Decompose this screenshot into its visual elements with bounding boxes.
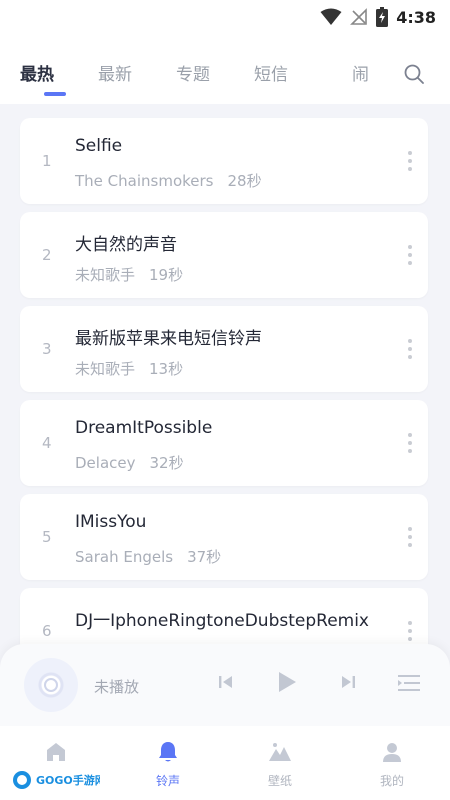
tab-topics[interactable]: 专题	[176, 60, 254, 85]
tab-sms[interactable]: 短信	[254, 60, 332, 85]
song-title: DJ一IphoneRingtoneDubstepRemix	[75, 611, 369, 631]
search-button[interactable]	[404, 64, 424, 88]
profile-icon	[383, 743, 401, 762]
active-tab-indicator	[44, 92, 66, 96]
song-meta: 未知歌手 19秒	[75, 264, 183, 285]
ringtone-list: 1 Selfie The Chainsmokers 28秒 2 大自然的声音 未知…	[20, 118, 428, 682]
song-meta: Sarah Engels 37秒	[75, 546, 221, 567]
more-options-icon[interactable]	[408, 621, 412, 645]
previous-icon[interactable]	[216, 672, 236, 692]
bell-icon	[159, 742, 177, 762]
song-duration: 37秒	[187, 548, 222, 566]
more-options-icon[interactable]	[408, 245, 412, 269]
nav-profile[interactable]: 我的	[336, 726, 448, 800]
song-duration: 32秒	[149, 454, 184, 472]
rank-number: 1	[42, 152, 52, 170]
rank-number: 5	[42, 528, 52, 546]
song-duration: 19秒	[149, 266, 184, 284]
status-bar: 4:38	[0, 0, 450, 34]
nav-label-wallpapers: 壁纸	[267, 774, 292, 788]
song-title: 最新版苹果来电短信铃声	[75, 329, 262, 349]
song-title: DreamItPossible	[75, 418, 213, 438]
song-artist: The Chainsmokers	[75, 172, 214, 190]
tabs: 最热 最新 专题 短信	[20, 60, 332, 85]
list-item[interactable]: 5 IMissYou Sarah Engels 37秒	[20, 494, 428, 580]
list-item[interactable]: 4 DreamItPossible Delacey 32秒	[20, 400, 428, 486]
album-disc-icon[interactable]	[24, 658, 78, 712]
rank-number: 2	[42, 246, 52, 264]
home-icon	[47, 743, 65, 761]
song-meta: 未知歌手 13秒	[75, 358, 183, 379]
song-meta: The Chainsmokers 28秒	[75, 170, 262, 191]
song-artist: 未知歌手	[75, 360, 136, 378]
watermark-logo: GOGO手游网	[13, 771, 100, 789]
status-icons: 4:38	[320, 6, 436, 28]
nav-label-ringtones: 铃声	[155, 774, 180, 788]
category-tab-bar: 最热 最新 专题 短信 闹	[0, 34, 450, 104]
song-title: Selfie	[75, 136, 123, 156]
playback-status: 未播放	[94, 678, 140, 696]
list-item[interactable]: 1 Selfie The Chainsmokers 28秒	[20, 118, 428, 204]
song-artist: 未知歌手	[75, 266, 136, 284]
song-duration: 13秒	[149, 360, 184, 378]
rank-number: 6	[42, 622, 52, 640]
search-icon	[404, 64, 424, 84]
song-artist: Sarah Engels	[75, 548, 174, 566]
mini-player: 未播放	[0, 644, 450, 726]
rank-number: 4	[42, 434, 52, 452]
more-options-icon[interactable]	[408, 433, 412, 457]
nav-wallpapers[interactable]: 壁纸	[224, 726, 336, 800]
list-item[interactable]: 2 大自然的声音 未知歌手 19秒	[20, 212, 428, 298]
more-options-icon[interactable]	[408, 339, 412, 363]
nav-ringtones[interactable]: 铃声	[112, 726, 224, 800]
song-artist: Delacey	[75, 454, 136, 472]
more-options-icon[interactable]	[408, 527, 412, 551]
next-icon[interactable]	[338, 672, 358, 692]
song-meta: Delacey 32秒	[75, 452, 184, 473]
song-duration: 28秒	[227, 172, 262, 190]
list-item[interactable]: 3 最新版苹果来电短信铃声 未知歌手 13秒	[20, 306, 428, 392]
tab-alarm[interactable]: 闹	[352, 60, 368, 85]
status-time: 4:38	[396, 7, 436, 27]
more-options-icon[interactable]	[408, 151, 412, 175]
battery-charging-icon	[376, 7, 389, 27]
song-title: IMissYou	[75, 512, 147, 532]
wifi-icon	[320, 8, 342, 25]
svg-text:GOGO手游网: GOGO手游网	[36, 773, 100, 787]
play-icon[interactable]	[276, 670, 298, 694]
tab-hottest[interactable]: 最热	[20, 60, 98, 85]
no-signal-icon	[350, 8, 368, 25]
nav-label-profile: 我的	[379, 774, 404, 788]
rank-number: 3	[42, 340, 52, 358]
wallpaper-icon	[269, 743, 291, 761]
song-title: 大自然的声音	[75, 235, 177, 255]
playlist-icon[interactable]	[398, 674, 420, 692]
tab-newest[interactable]: 最新	[98, 60, 176, 85]
